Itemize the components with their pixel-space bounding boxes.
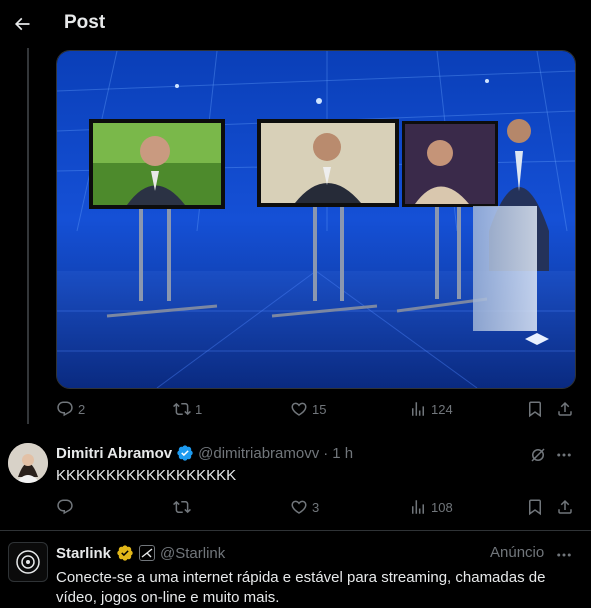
reply-actions: 3 108	[56, 498, 574, 518]
ad-header: Starlink @Starlink	[56, 544, 225, 562]
separator: ·	[323, 444, 329, 462]
share-button[interactable]	[556, 400, 574, 418]
views-icon	[412, 402, 424, 416]
main-post-actions: 2 1 15 124	[56, 400, 574, 420]
views-count: 108	[431, 499, 453, 515]
post-time[interactable]: 1 h	[332, 445, 353, 462]
reply-button[interactable]: 2	[56, 400, 85, 418]
bookmark-icon	[529, 499, 541, 516]
starlink-logo-icon	[16, 550, 40, 574]
bookmark-button[interactable]	[526, 400, 544, 418]
author-handle[interactable]: @dimitriabramovv	[198, 445, 319, 462]
bookmark-button[interactable]	[526, 498, 544, 516]
arrow-left-icon	[14, 17, 30, 31]
share-icon	[558, 401, 572, 416]
avatar[interactable]	[8, 443, 48, 483]
like-count: 3	[312, 499, 320, 515]
verified-badge-icon	[177, 445, 193, 461]
repost-icon	[173, 500, 191, 514]
views-button[interactable]: 124	[409, 400, 453, 418]
more-options-button[interactable]	[554, 545, 574, 565]
user-avatar-image	[8, 443, 48, 483]
bookmark-icon	[529, 401, 541, 418]
like-button[interactable]: 15	[290, 400, 326, 418]
more-icon	[557, 453, 571, 457]
ad-label: Anúncio	[490, 544, 545, 561]
ad-text: Conecte-se a uma internet rápida e estáv…	[56, 569, 546, 606]
advertiser-name[interactable]: Starlink	[56, 545, 111, 562]
back-button[interactable]	[4, 6, 40, 42]
top-bar: Post	[0, 0, 591, 48]
divider	[0, 530, 591, 531]
thread-connector-line	[27, 48, 29, 424]
repost-icon	[173, 402, 191, 416]
advertiser-handle[interactable]: @Starlink	[160, 545, 225, 562]
verified-badge-icon	[117, 545, 133, 561]
views-count: 124	[431, 401, 453, 417]
repost-count: 1	[195, 401, 203, 417]
reply-button[interactable]	[56, 498, 78, 516]
share-icon	[558, 499, 572, 514]
share-button[interactable]	[556, 498, 574, 516]
author-name[interactable]: Dimitri Abramov	[56, 445, 172, 462]
repost-button[interactable]	[173, 498, 195, 516]
views-icon	[412, 500, 424, 514]
heart-icon	[291, 500, 307, 514]
post-media-image[interactable]	[56, 50, 576, 389]
affiliate-badge-icon	[139, 545, 156, 561]
like-button[interactable]: 3	[290, 498, 319, 516]
grok-button[interactable]	[528, 445, 548, 465]
reply-count: 2	[78, 401, 86, 417]
like-count: 15	[312, 401, 327, 417]
reply-text: KKKKKKKKKKKKKKKKKK	[56, 467, 237, 484]
more-options-button[interactable]	[554, 445, 574, 465]
more-icon	[557, 553, 571, 557]
tv-studio-image	[57, 51, 575, 388]
reply-header: Dimitri Abramov @dimitriabramovv · 1 h	[56, 444, 353, 462]
reply-icon	[57, 401, 73, 417]
repost-button[interactable]: 1	[173, 400, 202, 418]
heart-icon	[291, 402, 307, 416]
grok-icon	[531, 448, 545, 462]
views-button[interactable]: 108	[409, 498, 453, 516]
page-title: Post	[64, 12, 106, 33]
reply-icon	[57, 499, 73, 515]
advertiser-avatar[interactable]	[8, 542, 48, 582]
